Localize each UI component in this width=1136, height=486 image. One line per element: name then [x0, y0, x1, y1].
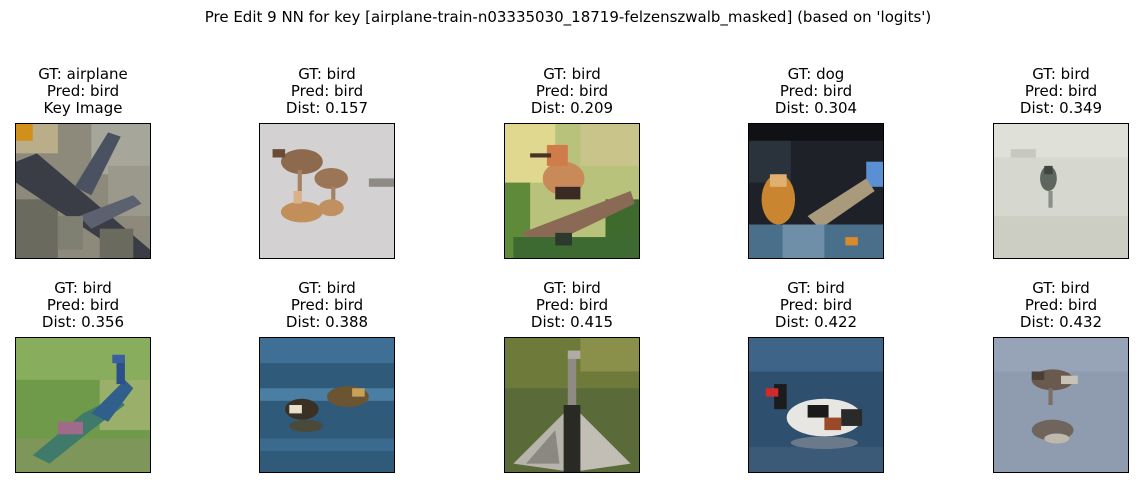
pred-label: Pred: bird — [535, 82, 609, 100]
gt-label: GT: dog — [787, 65, 845, 83]
panel-caption: GT: bird Pred: bird Dist: 0.209 — [464, 66, 680, 117]
panel-caption: GT: bird Pred: bird Dist: 0.388 — [219, 280, 435, 331]
gt-label: GT: bird — [543, 65, 601, 83]
pred-label: Pred: bird — [1024, 296, 1098, 314]
hoopoe-photo-thumbnail — [504, 123, 640, 259]
gt-label: GT: bird — [298, 279, 356, 297]
pred-label: Pred: bird — [290, 296, 364, 314]
airplane-photo-thumbnail — [15, 123, 151, 259]
figure-title: Pre Edit 9 NN for key [airplane-train-n0… — [204, 8, 932, 26]
info-label: Dist: 0.209 — [530, 99, 614, 117]
info-label: Dist: 0.415 — [530, 313, 614, 331]
gt-label: GT: bird — [543, 279, 601, 297]
dog-photo-thumbnail — [748, 123, 884, 259]
small-bird-photo-thumbnail — [993, 123, 1129, 259]
panel-caption: GT: bird Pred: bird Dist: 0.157 — [219, 66, 435, 117]
info-label: Dist: 0.432 — [1019, 313, 1103, 331]
panel-caption: GT: dog Pred: bird Dist: 0.304 — [708, 66, 924, 117]
info-label: Dist: 0.349 — [1019, 99, 1103, 117]
info-label: Dist: 0.422 — [774, 313, 858, 331]
ducks-photo-thumbnail — [259, 337, 395, 473]
pred-label: Pred: bird — [779, 296, 853, 314]
panel-caption: GT: bird Pred: bird Dist: 0.432 — [953, 280, 1136, 331]
info-label: Dist: 0.356 — [41, 313, 125, 331]
pred-label: Pred: bird — [779, 82, 853, 100]
cormorant-photo-thumbnail — [504, 337, 640, 473]
info-label: Dist: 0.157 — [285, 99, 369, 117]
pred-label: Pred: bird — [1024, 82, 1098, 100]
panel-caption: GT: bird Pred: bird Dist: 0.422 — [708, 280, 924, 331]
gt-label: GT: bird — [54, 279, 112, 297]
pred-label: Pred: bird — [46, 82, 120, 100]
gt-label: GT: airplane — [38, 65, 128, 83]
info-label: Dist: 0.304 — [774, 99, 858, 117]
gt-label: GT: bird — [1032, 279, 1090, 297]
panel-caption: GT: bird Pred: bird Dist: 0.415 — [464, 280, 680, 331]
pred-label: Pred: bird — [290, 82, 364, 100]
panel-caption: GT: bird Pred: bird Dist: 0.356 — [0, 280, 191, 331]
wader-photo-thumbnail — [993, 337, 1129, 473]
shorebirds-photo-thumbnail — [259, 123, 395, 259]
pred-label: Pred: bird — [535, 296, 609, 314]
peacock-photo-thumbnail — [15, 337, 151, 473]
shelduck-photo-thumbnail — [748, 337, 884, 473]
pred-label: Pred: bird — [46, 296, 120, 314]
panel-caption: GT: bird Pred: bird Dist: 0.349 — [953, 66, 1136, 117]
panel-caption: GT: airplane Pred: bird Key Image — [0, 66, 191, 117]
info-label: Key Image — [43, 99, 123, 117]
gt-label: GT: bird — [298, 65, 356, 83]
info-label: Dist: 0.388 — [285, 313, 369, 331]
gt-label: GT: bird — [787, 279, 845, 297]
gt-label: GT: bird — [1032, 65, 1090, 83]
